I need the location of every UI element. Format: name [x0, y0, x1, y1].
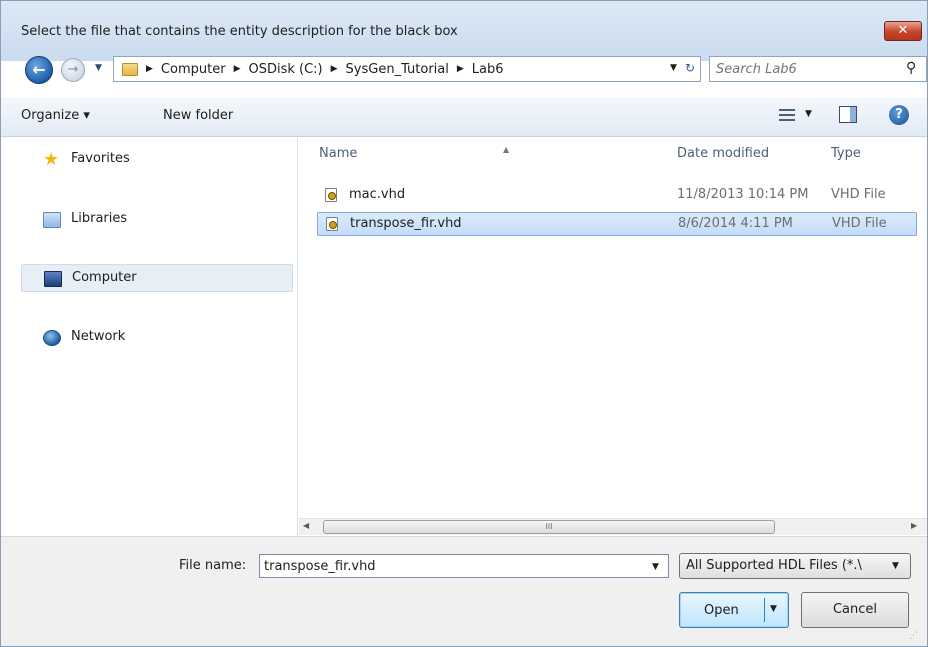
breadcrumb-computer[interactable]: Computer	[161, 62, 226, 77]
column-header-type[interactable]: Type	[831, 146, 861, 161]
nav-item-label: Network	[71, 329, 126, 344]
scroll-right-icon[interactable]: ▶	[911, 521, 917, 530]
view-options-icon[interactable]	[779, 107, 795, 123]
forward-arrow-icon[interactable]: →	[61, 58, 85, 82]
resize-grip-icon[interactable]: ⋰	[909, 631, 918, 641]
command-toolbar: Organize ▾ New folder ▼ ?	[1, 97, 927, 137]
file-row-selected[interactable]: transpose_fir.vhd 8/6/2014 4:11 PM VHD F…	[317, 212, 917, 236]
address-history-dropdown[interactable]: ▼	[670, 63, 677, 73]
search-icon[interactable]: ⚲	[906, 60, 916, 76]
refresh-icon[interactable]: ↻	[677, 56, 703, 82]
help-icon[interactable]: ?	[889, 105, 909, 125]
nav-item-label: Libraries	[71, 211, 128, 226]
breadcrumb-lab6[interactable]: Lab6	[472, 62, 504, 77]
file-type: VHD File	[831, 187, 886, 202]
open-button-label: Open	[704, 603, 739, 618]
view-dropdown[interactable]: ▼	[805, 109, 812, 119]
vhd-file-icon	[325, 188, 337, 202]
column-header-date[interactable]: Date modified	[677, 146, 769, 161]
file-name-combobox[interactable]: ▼	[259, 554, 669, 578]
breadcrumb-separator[interactable]: ▶	[234, 64, 241, 74]
new-folder-button[interactable]: New folder	[163, 108, 233, 123]
file-type-select[interactable]: All Supported HDL Files (*.\ ▼	[679, 553, 911, 579]
navigation-pane: ★ Favorites Libraries Computer Network	[1, 138, 298, 548]
scrollbar-thumb[interactable]: III	[323, 520, 775, 534]
nav-item-computer[interactable]: Computer	[21, 264, 293, 292]
file-type-value: All Supported HDL Files (*.\	[686, 558, 862, 573]
horizontal-scrollbar[interactable]: ◀ III ▶	[299, 518, 927, 535]
file-type: VHD File	[832, 216, 887, 231]
network-icon	[43, 330, 61, 346]
file-name-label: File name:	[179, 558, 247, 573]
open-file-dialog: Select the file that contains the entity…	[0, 0, 928, 647]
file-name: transpose_fir.vhd	[350, 216, 462, 231]
address-bar[interactable]: ▶ Computer ▶ OSDisk (C:) ▶ SysGen_Tutori…	[113, 56, 701, 82]
nav-item-label: Computer	[72, 270, 137, 285]
title-bar: Select the file that contains the entity…	[1, 1, 927, 61]
search-input[interactable]	[710, 57, 900, 81]
libraries-icon	[43, 212, 61, 228]
breadcrumb-sysgen-tutorial[interactable]: SysGen_Tutorial	[346, 62, 449, 77]
open-options-dropdown[interactable]: ▼	[770, 604, 777, 614]
chevron-down-icon: ▼	[892, 561, 899, 571]
vhd-file-icon	[326, 217, 338, 231]
nav-item-network[interactable]: Network	[21, 324, 293, 352]
file-date-modified: 8/6/2014 4:11 PM	[678, 216, 793, 231]
breadcrumb-osdisk[interactable]: OSDisk (C:)	[248, 62, 322, 77]
preview-pane-icon[interactable]	[839, 106, 857, 123]
breadcrumb-separator[interactable]: ▶	[331, 64, 338, 74]
organize-button[interactable]: Organize ▾	[21, 108, 90, 123]
cancel-button[interactable]: Cancel	[801, 592, 909, 628]
file-name-input[interactable]	[260, 555, 640, 577]
sort-ascending-icon: ▲	[503, 145, 510, 154]
breadcrumb-separator[interactable]: ▶	[457, 64, 464, 74]
close-button[interactable]: ✕	[884, 21, 922, 41]
search-box[interactable]: ⚲	[709, 56, 927, 82]
scroll-left-icon[interactable]: ◀	[303, 521, 309, 530]
nav-item-label: Favorites	[71, 151, 130, 166]
file-row[interactable]: mac.vhd 11/8/2013 10:14 PM VHD File	[317, 184, 917, 208]
file-name: mac.vhd	[349, 187, 406, 202]
recent-locations-dropdown[interactable]: ▼	[95, 63, 102, 73]
computer-icon	[44, 271, 62, 287]
column-header-label: Name	[319, 146, 358, 161]
split-button-divider	[764, 598, 765, 622]
back-arrow-icon[interactable]: ←	[25, 56, 53, 84]
breadcrumb-separator[interactable]: ▶	[146, 64, 153, 74]
dialog-footer: File name: ▼ All Supported HDL Files (*.…	[1, 536, 927, 646]
star-icon: ★	[43, 149, 60, 170]
chevron-down-icon[interactable]: ▼	[652, 562, 659, 572]
file-list: Name ▲ Date modified Type mac.vhd 11/8/2…	[299, 138, 927, 548]
nav-item-libraries[interactable]: Libraries	[21, 206, 293, 234]
folder-icon	[122, 62, 138, 76]
open-button[interactable]: Open ▼	[679, 592, 789, 628]
file-date-modified: 11/8/2013 10:14 PM	[677, 187, 809, 202]
nav-item-favorites[interactable]: ★ Favorites	[21, 146, 293, 174]
dialog-title: Select the file that contains the entity…	[21, 24, 458, 39]
column-header-name[interactable]: Name ▲	[319, 145, 509, 161]
